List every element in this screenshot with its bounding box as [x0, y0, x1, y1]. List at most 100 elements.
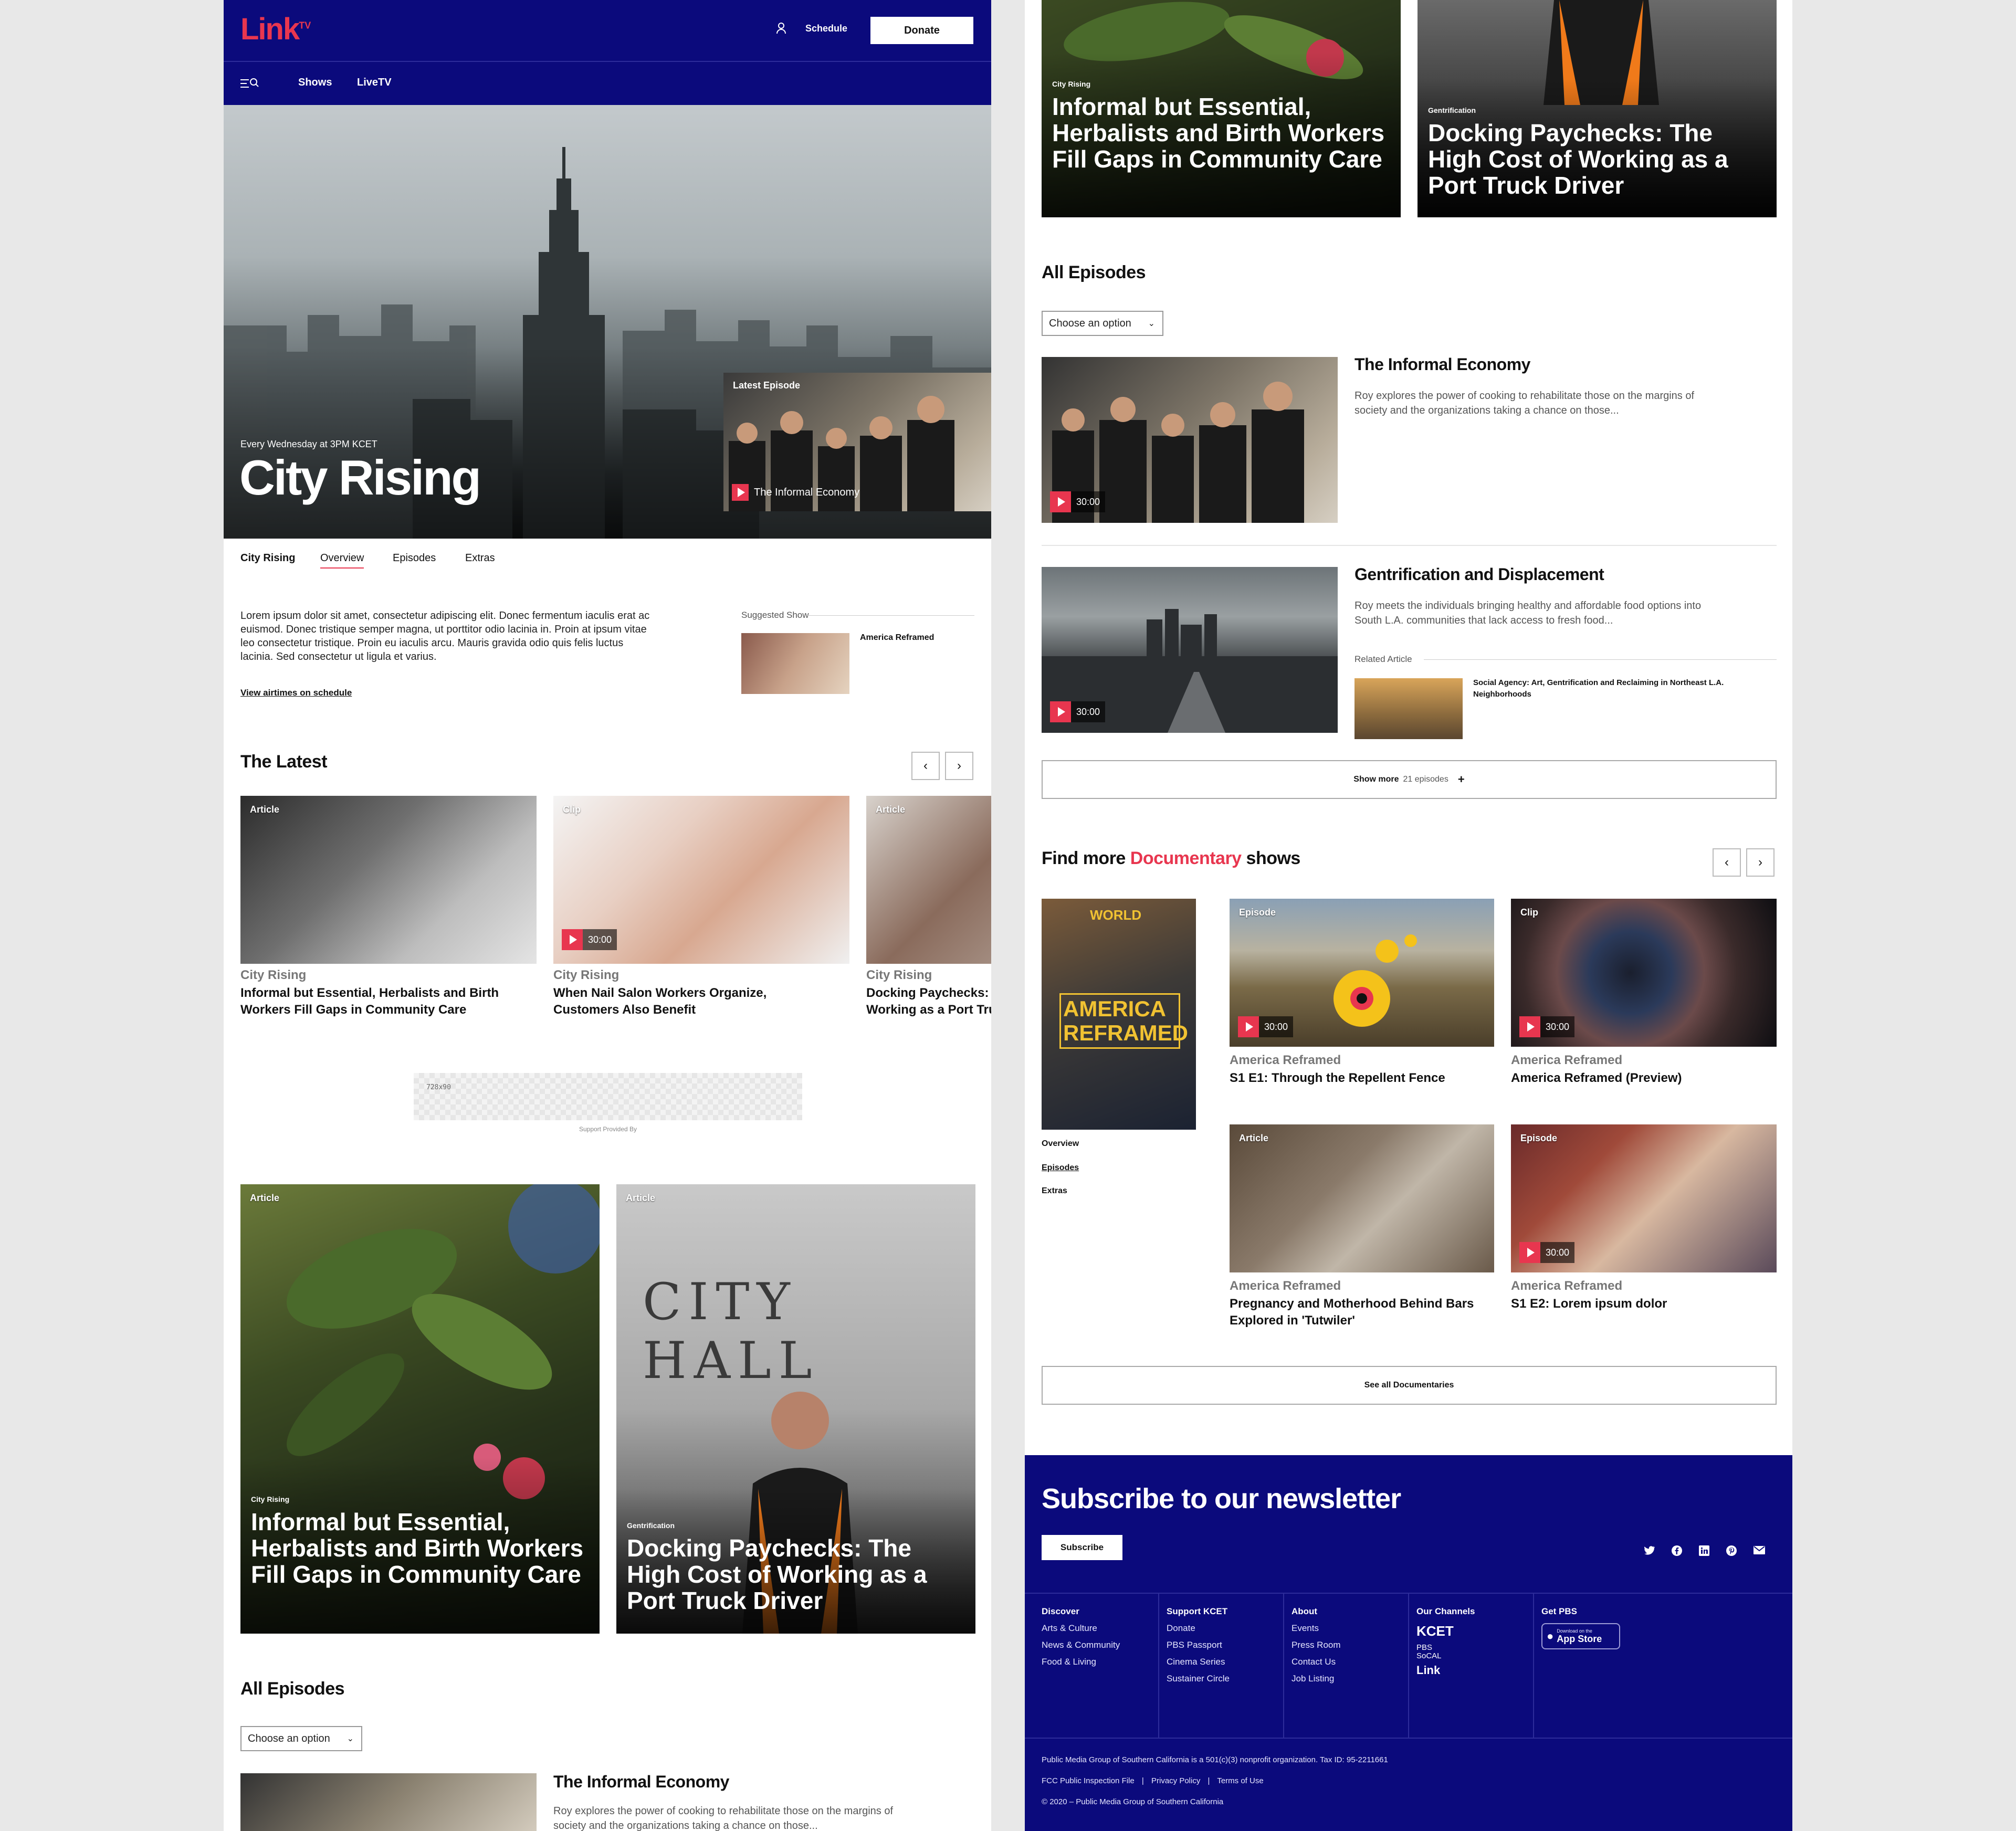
footer-link[interactable]: Arts & Culture	[1042, 1620, 1154, 1637]
footer-link[interactable]: PBS Passport	[1167, 1637, 1279, 1654]
tab-overview[interactable]: Overview	[320, 552, 364, 569]
america-reframed-poster[interactable]: WORLD AMERICA REFRAMED	[1042, 899, 1196, 1130]
fcc-link[interactable]: FCC Public Inspection File	[1042, 1776, 1135, 1785]
latest-prev-button[interactable]: ‹	[911, 752, 940, 780]
episodes-filter-select[interactable]: Choose an option ⌄	[240, 1726, 362, 1751]
poster-link-extras[interactable]: Extras	[1042, 1186, 1067, 1196]
card-title[interactable]: S1 E1: Through the Repellent Fence	[1230, 1070, 1492, 1087]
feature-card-1[interactable]: Article City Rising Informal but Essenti…	[240, 1184, 600, 1634]
pinterest-icon[interactable]	[1726, 1545, 1737, 1559]
nav-livetv[interactable]: LiveTV	[357, 77, 392, 89]
find-more-prev-button[interactable]: ‹	[1713, 848, 1741, 877]
episode-desc: Roy meets the individuals bringing healt…	[1354, 600, 1702, 626]
schedule-link[interactable]: Schedule	[805, 23, 847, 34]
latest-card-2[interactable]: Clip 30:00	[553, 796, 849, 964]
show-more-button[interactable]: Show more 21 episodes +	[1042, 760, 1777, 799]
page-right: City Rising Informal but Essential, Herb…	[1025, 0, 1792, 1831]
footer-link[interactable]: Donate	[1167, 1620, 1279, 1637]
tab-episodes[interactable]: Episodes	[393, 552, 436, 564]
app-store-badge[interactable]: ● Download on the App Store	[1541, 1623, 1620, 1649]
subscribe-button[interactable]: Subscribe	[1042, 1535, 1122, 1560]
card-title[interactable]: America Reframed (Preview)	[1511, 1070, 1773, 1087]
play-icon[interactable]	[1050, 491, 1071, 512]
episode-thumb[interactable]: 30:00	[1042, 357, 1338, 523]
suggested-show-thumb[interactable]	[741, 633, 849, 694]
facebook-icon[interactable]	[1672, 1545, 1682, 1559]
latest-next-button[interactable]: ›	[945, 752, 973, 780]
play-icon[interactable]	[1238, 1016, 1259, 1037]
pbs-socal-logo[interactable]: PBS SoCAL	[1416, 1644, 1453, 1660]
feature-title[interactable]: Informal but Essential, Herbalists and B…	[251, 1509, 587, 1587]
play-icon[interactable]	[1050, 701, 1071, 722]
play-icon[interactable]	[1519, 1242, 1540, 1263]
see-all-documentaries-button[interactable]: See all Documentaries	[1042, 1366, 1777, 1405]
terms-link[interactable]: Terms of Use	[1217, 1776, 1263, 1785]
footer-link[interactable]: Events	[1292, 1620, 1404, 1637]
episode-title[interactable]: Gentrification and Displacement	[1354, 565, 1604, 584]
suggested-show-title[interactable]: America Reframed	[860, 633, 934, 643]
menu-search-icon[interactable]	[239, 76, 260, 91]
view-airtimes-link[interactable]: View airtimes on schedule	[240, 688, 352, 698]
play-icon[interactable]	[732, 484, 749, 501]
play-icon[interactable]	[562, 929, 583, 950]
feature-title[interactable]: Docking Paychecks: The High Cost of Work…	[1428, 120, 1764, 198]
footer-link[interactable]: Contact Us	[1292, 1654, 1404, 1670]
donate-button[interactable]: Donate	[870, 17, 973, 44]
episode-thumb[interactable]: 30:00	[1042, 567, 1338, 733]
related-article-title[interactable]: Social Agency: Art, Gentrification and R…	[1473, 677, 1767, 700]
feature-title[interactable]: Informal but Essential, Herbalists and B…	[1052, 93, 1388, 172]
card-title[interactable]: Informal but Essential, Herbalists and B…	[240, 985, 534, 1018]
card-title[interactable]: S1 E2: Lorem ipsum dolor	[1511, 1296, 1773, 1312]
doc-card-2[interactable]: Clip 30:00	[1511, 899, 1777, 1047]
account-icon[interactable]	[776, 22, 786, 35]
feature-card-1[interactable]: City Rising Informal but Essential, Herb…	[1042, 0, 1401, 217]
play-icon[interactable]	[1519, 1016, 1540, 1037]
feature-card-2[interactable]: Gentrification Docking Paychecks: The Hi…	[1418, 0, 1777, 217]
card-title[interactable]: When Nail Salon Workers Organize, Custom…	[553, 985, 816, 1018]
card-tag: Article	[876, 804, 906, 815]
poster-link-episodes[interactable]: Episodes	[1042, 1163, 1079, 1173]
card-play[interactable]: 30:00	[1519, 1242, 1575, 1263]
footer-link[interactable]: Press Room	[1292, 1637, 1404, 1654]
card-tag: Article	[250, 804, 280, 815]
link-logo[interactable]: Link	[1416, 1664, 1529, 1677]
episodes-filter-select[interactable]: Choose an option ⌄	[1042, 311, 1163, 336]
episode-title[interactable]: The Informal Economy	[1354, 355, 1530, 374]
kcet-logo[interactable]: KCET	[1416, 1623, 1529, 1639]
episode-play[interactable]: 30:00	[1050, 701, 1106, 722]
latest-card-3[interactable]: Article	[866, 796, 991, 964]
latest-episode-card[interactable]: Latest Episode The Informal Economy	[723, 373, 991, 511]
tab-extras[interactable]: Extras	[465, 552, 495, 564]
card-title[interactable]: Docking Paychecks: The High Cost of Work…	[866, 985, 991, 1018]
footer-link[interactable]: News & Community	[1042, 1637, 1154, 1654]
mail-icon[interactable]	[1754, 1545, 1765, 1559]
twitter-icon[interactable]	[1643, 1545, 1655, 1559]
episode-title[interactable]: The Informal Economy	[553, 1772, 729, 1792]
episode-thumb[interactable]	[240, 1773, 537, 1831]
footer-link[interactable]: Sustainer Circle	[1167, 1670, 1279, 1687]
card-play[interactable]: 30:00	[1519, 1016, 1575, 1037]
feature-card-2[interactable]: CITY HALL Article Gentrification Docking…	[616, 1184, 975, 1634]
find-more-next-button[interactable]: ›	[1746, 848, 1774, 877]
doc-card-3[interactable]: Article	[1230, 1124, 1494, 1272]
related-article-thumb[interactable]	[1354, 678, 1463, 739]
tab-show-name[interactable]: City Rising	[240, 552, 295, 564]
latest-episode-play[interactable]: The Informal Economy	[732, 484, 859, 501]
logo[interactable]: LinkTV	[240, 12, 311, 47]
episode-play[interactable]: 30:00	[1050, 491, 1106, 512]
card-play[interactable]: 30:00	[1238, 1016, 1294, 1037]
poster-link-overview[interactable]: Overview	[1042, 1139, 1079, 1149]
nav-shows[interactable]: Shows	[298, 77, 332, 89]
card-title[interactable]: Pregnancy and Motherhood Behind Bars Exp…	[1230, 1296, 1492, 1329]
doc-card-1[interactable]: Episode 30:00	[1230, 899, 1494, 1047]
feature-title[interactable]: Docking Paychecks: The High Cost of Work…	[627, 1535, 963, 1614]
hero-image: Every Wednesday at 3PM KCET City Rising …	[224, 105, 991, 539]
latest-card-1[interactable]: Article	[240, 796, 537, 964]
doc-card-4[interactable]: Episode 30:00	[1511, 1124, 1777, 1272]
card-play[interactable]: 30:00	[562, 929, 617, 950]
linkedin-icon[interactable]	[1699, 1545, 1709, 1559]
footer-link[interactable]: Cinema Series	[1167, 1654, 1279, 1670]
privacy-link[interactable]: Privacy Policy	[1151, 1776, 1200, 1785]
footer-link[interactable]: Job Listing	[1292, 1670, 1404, 1687]
footer-link[interactable]: Food & Living	[1042, 1654, 1154, 1670]
